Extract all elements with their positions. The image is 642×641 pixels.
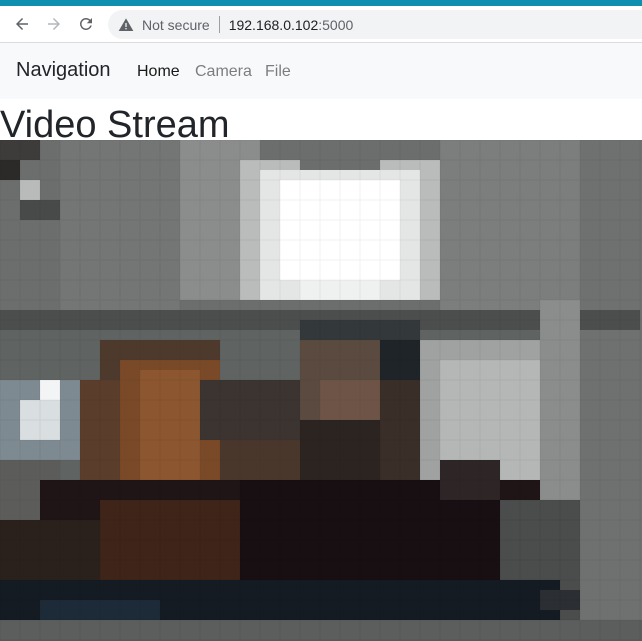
- nav-link-camera[interactable]: Camera: [195, 63, 252, 81]
- warning-icon[interactable]: [118, 17, 134, 33]
- nav-link-home[interactable]: Home: [137, 63, 180, 81]
- navbar-brand[interactable]: Navigation: [16, 59, 111, 82]
- forward-button[interactable]: [43, 13, 65, 35]
- reload-button[interactable]: [75, 13, 97, 35]
- browser-toolbar: Not secure 192.168.0.102:5000: [0, 6, 642, 43]
- back-button[interactable]: [11, 13, 33, 35]
- video-stream: [0, 140, 642, 641]
- address-bar[interactable]: Not secure 192.168.0.102:5000: [108, 10, 642, 39]
- url-text[interactable]: 192.168.0.102:5000: [229, 17, 354, 33]
- site-navbar: Navigation Home Camera File: [0, 43, 642, 99]
- url-port: :5000: [318, 16, 354, 33]
- security-status[interactable]: Not secure: [142, 17, 210, 33]
- reload-icon: [79, 17, 92, 30]
- forward-arrow-icon: [48, 18, 60, 30]
- url-host: 192.168.0.102: [228, 16, 319, 33]
- address-divider: [218, 16, 220, 33]
- video-frame-image: [0, 140, 642, 641]
- nav-link-file[interactable]: File: [265, 63, 291, 81]
- back-arrow-icon: [16, 18, 28, 30]
